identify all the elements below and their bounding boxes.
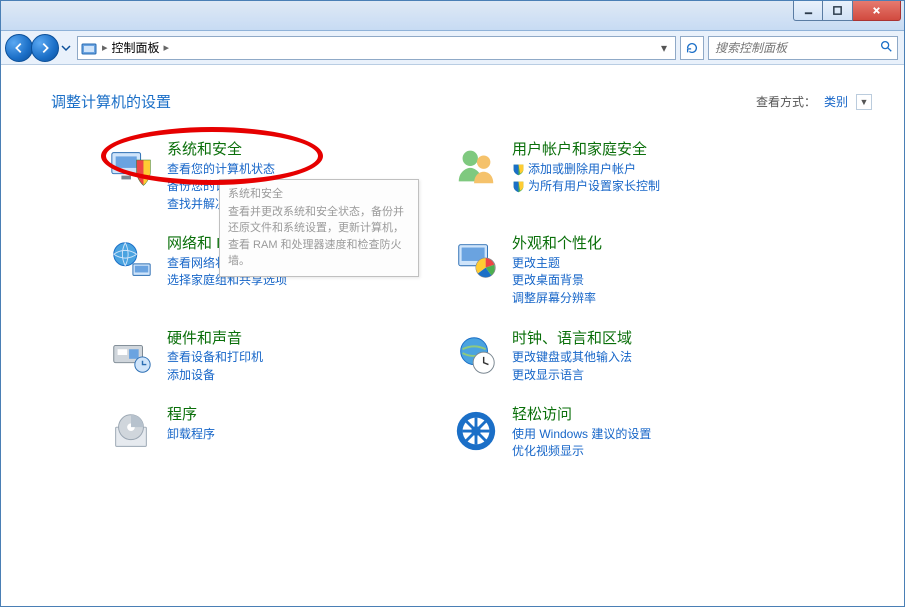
content-header: 调整计算机的设置 查看方式： 类别 ▼ bbox=[51, 91, 872, 112]
forward-button[interactable] bbox=[31, 34, 59, 62]
view-by-dropdown[interactable]: ▼ bbox=[856, 94, 872, 110]
back-button[interactable] bbox=[5, 34, 33, 62]
cat-user-accounts: 用户帐户和家庭安全 添加或删除用户帐户 为所有用户设置家长控制 bbox=[452, 142, 787, 212]
hardware-icon bbox=[107, 331, 155, 379]
programs-icon bbox=[107, 407, 155, 455]
cat-hardware: 硬件和声音 查看设备和打印机 添加设备 bbox=[107, 331, 442, 384]
cat-title[interactable]: 程序 bbox=[167, 407, 215, 424]
category-grid: 系统和安全 查看您的计算机状态 备份您的计算机 查找并解决问题 bbox=[51, 142, 811, 460]
clock-region-icon bbox=[452, 331, 500, 379]
cat-title[interactable]: 用户帐户和家庭安全 bbox=[512, 142, 660, 159]
cat-title[interactable]: 外观和个性化 bbox=[512, 236, 602, 253]
search-box[interactable] bbox=[708, 36, 898, 60]
close-button[interactable] bbox=[853, 1, 901, 21]
tooltip: 系统和安全 查看并更改系统和安全状态，备份并还原文件和系统设置，更新计算机，查看… bbox=[219, 179, 419, 277]
titlebar bbox=[1, 1, 904, 31]
view-by: 查看方式： 类别 ▼ bbox=[756, 93, 872, 110]
search-input[interactable] bbox=[713, 40, 879, 56]
cat-link[interactable]: 使用 Windows 建议的设置 bbox=[512, 427, 651, 443]
cat-appearance: 外观和个性化 更改主题 更改桌面背景 调整屏幕分辨率 bbox=[452, 236, 787, 306]
breadcrumb[interactable]: ▸ 控制面板 ▸ ▾ bbox=[77, 36, 676, 60]
cat-link[interactable]: 调整屏幕分辨率 bbox=[512, 291, 602, 307]
cat-title[interactable]: 系统和安全 bbox=[167, 142, 275, 159]
cat-title[interactable]: 硬件和声音 bbox=[167, 331, 263, 348]
shield-icon bbox=[512, 163, 525, 176]
tooltip-title: 系统和安全 bbox=[228, 186, 410, 203]
cat-title[interactable]: 时钟、语言和区域 bbox=[512, 331, 632, 348]
view-by-label: 查看方式： bbox=[756, 93, 816, 110]
cat-link[interactable]: 更改主题 bbox=[512, 256, 602, 272]
tooltip-body: 查看并更改系统和安全状态，备份并还原文件和系统设置，更新计算机，查看 RAM 和… bbox=[228, 206, 404, 268]
breadcrumb-separator: ▸ bbox=[162, 41, 172, 54]
cat-link[interactable]: 更改键盘或其他输入法 bbox=[512, 350, 632, 366]
minimize-button[interactable] bbox=[793, 1, 823, 21]
cat-clock-region: 时钟、语言和区域 更改键盘或其他输入法 更改显示语言 bbox=[452, 331, 787, 384]
system-security-icon bbox=[107, 142, 155, 190]
cat-link[interactable]: 为所有用户设置家长控制 bbox=[512, 179, 660, 195]
shield-icon bbox=[512, 180, 525, 193]
cat-link[interactable]: 查看您的计算机状态 bbox=[167, 162, 275, 178]
cat-link[interactable]: 查看设备和打印机 bbox=[167, 350, 263, 366]
network-icon bbox=[107, 236, 155, 284]
cat-link[interactable]: 更改显示语言 bbox=[512, 368, 632, 384]
cat-programs: 程序 卸载程序 bbox=[107, 407, 442, 460]
history-dropdown[interactable] bbox=[59, 37, 73, 59]
maximize-button[interactable] bbox=[823, 1, 853, 21]
user-accounts-icon bbox=[452, 142, 500, 190]
search-icon[interactable] bbox=[879, 39, 893, 56]
window-frame: ▸ 控制面板 ▸ ▾ 调整计算机的设置 查看方式： 类别 ▼ bbox=[0, 0, 905, 607]
cat-title[interactable]: 轻松访问 bbox=[512, 407, 651, 424]
view-by-value[interactable]: 类别 bbox=[824, 93, 848, 110]
page-title: 调整计算机的设置 bbox=[51, 91, 171, 112]
control-panel-icon bbox=[80, 39, 98, 57]
appearance-icon bbox=[452, 236, 500, 284]
navbar: ▸ 控制面板 ▸ ▾ bbox=[1, 31, 904, 65]
cat-link[interactable]: 添加或删除用户帐户 bbox=[512, 162, 660, 178]
cat-link[interactable]: 添加设备 bbox=[167, 368, 263, 384]
ease-of-access-icon bbox=[452, 407, 500, 455]
nav-buttons bbox=[5, 34, 73, 62]
refresh-button[interactable] bbox=[680, 36, 704, 60]
content-area: 调整计算机的设置 查看方式： 类别 ▼ bbox=[1, 65, 904, 606]
cat-link[interactable]: 更改桌面背景 bbox=[512, 273, 602, 289]
cat-link[interactable]: 优化视频显示 bbox=[512, 444, 651, 460]
cat-link[interactable]: 卸载程序 bbox=[167, 427, 215, 443]
cat-ease-of-access: 轻松访问 使用 Windows 建议的设置 优化视频显示 bbox=[452, 407, 787, 460]
breadcrumb-root[interactable]: 控制面板 bbox=[112, 39, 160, 56]
window-controls bbox=[793, 1, 901, 21]
breadcrumb-dropdown[interactable]: ▾ bbox=[655, 41, 673, 55]
breadcrumb-separator: ▸ bbox=[100, 41, 110, 54]
